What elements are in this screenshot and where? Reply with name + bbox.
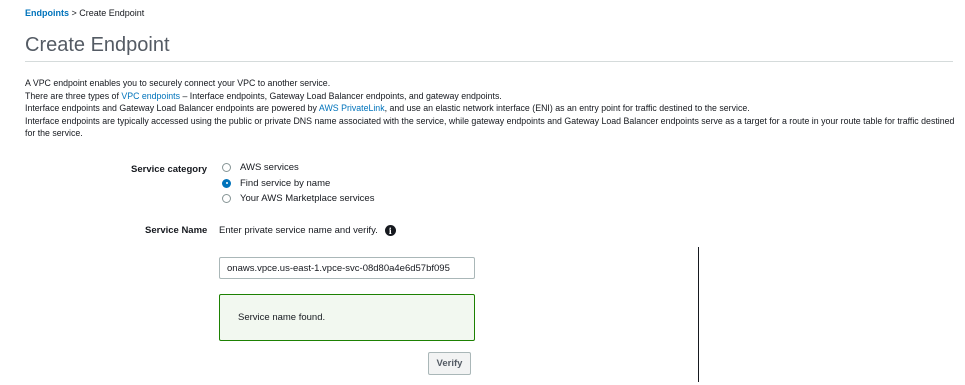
radio-button[interactable] [222, 194, 231, 204]
description-line-4: Interface endpoints are typically access… [25, 115, 955, 139]
breadcrumb-endpoints-link[interactable]: Endpoints [25, 8, 69, 18]
endpoint-description: A VPC endpoint enables you to securely c… [25, 77, 960, 140]
service-name-hint-text: Enter private service name and verify. [219, 225, 378, 236]
breadcrumb-separator: > [69, 8, 80, 18]
description-line-2: There are three types of VPC endpoints –… [25, 90, 960, 103]
service-category-label: Service category [131, 164, 208, 175]
description-line-1: A VPC endpoint enables you to securely c… [25, 78, 331, 88]
breadcrumb-current: Create Endpoint [79, 8, 145, 18]
radio-button[interactable] [222, 163, 231, 173]
description-text: – Interface endpoints, Gateway Load Bala… [180, 90, 502, 101]
description-text: There are three types of [25, 90, 122, 101]
radio-label: Your AWS Marketplace services [240, 193, 375, 205]
service-found-alert: Service name found. [219, 294, 475, 341]
vpc-endpoints-link[interactable]: VPC endpoints [121, 91, 180, 101]
service-found-message: Service name found. [238, 312, 326, 323]
aws-privatelink-link[interactable]: AWS PrivateLink [319, 103, 385, 113]
description-line-3: Interface endpoints and Gateway Load Bal… [25, 102, 960, 115]
info-icon[interactable]: i [384, 225, 396, 236]
title-divider [25, 61, 953, 62]
radio-button[interactable] [222, 178, 231, 188]
description-text: Interface endpoints and Gateway Load Bal… [25, 103, 319, 114]
divider-line [698, 247, 699, 382]
service-category-radio-group: AWS services Find service by name Your A… [222, 160, 374, 207]
radio-label: AWS services [240, 162, 299, 174]
verify-button[interactable]: Verify [428, 352, 471, 375]
radio-aws-services[interactable]: AWS services [222, 160, 374, 176]
radio-label: Find service by name [240, 177, 331, 189]
service-name-hint: Enter private service name and verify. i [219, 225, 396, 236]
page-title: Create Endpoint [25, 34, 170, 56]
service-name-input[interactable] [219, 257, 475, 279]
breadcrumb: Endpoints > Create Endpoint [25, 8, 144, 18]
radio-marketplace-services[interactable]: Your AWS Marketplace services [222, 191, 374, 207]
description-text: , and use an elastic network interface (… [384, 103, 750, 114]
radio-find-service-by-name[interactable]: Find service by name [222, 176, 374, 192]
service-name-label: Service Name [145, 225, 208, 236]
